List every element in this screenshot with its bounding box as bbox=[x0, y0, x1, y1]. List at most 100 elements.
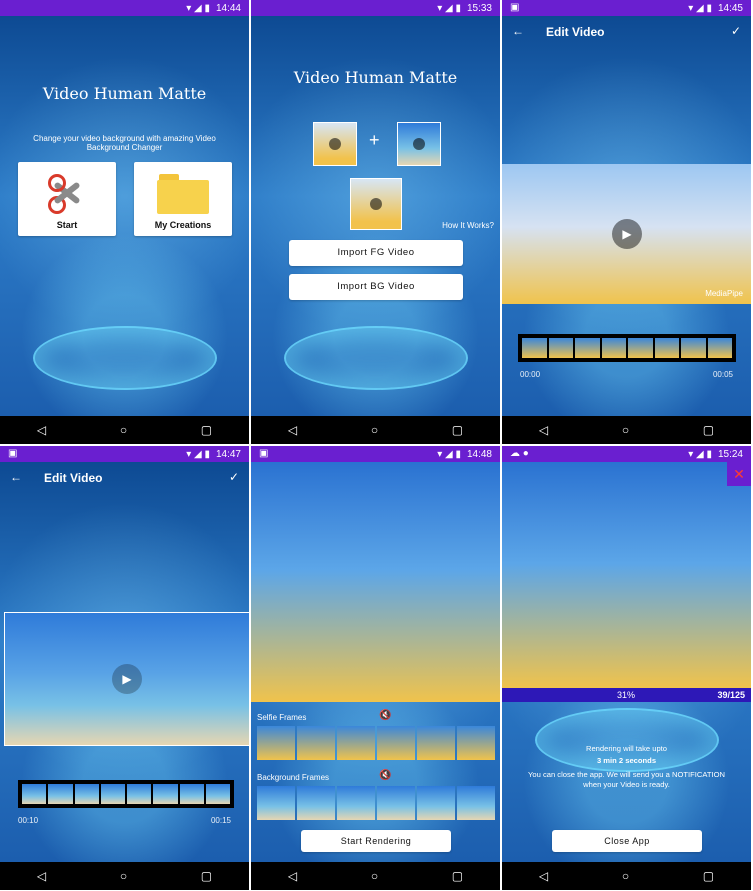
video-preview[interactable]: ▶ bbox=[4, 612, 249, 746]
home-nav-icon[interactable]: ○ bbox=[371, 423, 378, 437]
status-time: 14:45 bbox=[717, 2, 743, 14]
back-nav-icon[interactable]: ◁ bbox=[288, 869, 297, 883]
back-arrow-icon[interactable]: ← bbox=[10, 470, 22, 484]
recents-nav-icon[interactable]: ▢ bbox=[201, 423, 212, 437]
home-nav-icon[interactable]: ○ bbox=[120, 869, 127, 883]
frame-strip bbox=[257, 786, 495, 820]
timeline[interactable] bbox=[18, 780, 234, 808]
tagline: Change your video background with amazin… bbox=[33, 134, 216, 152]
play-icon bbox=[329, 138, 341, 150]
back-nav-icon[interactable]: ◁ bbox=[37, 869, 46, 883]
page-title: Edit Video bbox=[546, 25, 605, 39]
back-nav-icon[interactable]: ◁ bbox=[37, 423, 46, 437]
start-label: Start bbox=[56, 220, 78, 230]
import-fg-button[interactable]: Import FG Video bbox=[289, 240, 463, 266]
home-nav-icon[interactable]: ○ bbox=[371, 869, 378, 883]
my-creations-label: My Creations bbox=[154, 220, 212, 230]
render-preview bbox=[502, 462, 751, 688]
plus-icon: + bbox=[369, 130, 380, 150]
check-icon[interactable]: ✓ bbox=[731, 24, 741, 38]
my-creations-card[interactable]: My Creations bbox=[134, 162, 232, 236]
home-nav-icon[interactable]: ○ bbox=[622, 869, 629, 883]
background-frames-label: Background Frames bbox=[257, 773, 330, 782]
nav-bar: ◁ ○ ▢ bbox=[0, 862, 249, 890]
mute-icon[interactable]: 🔇 bbox=[379, 770, 391, 781]
check-icon[interactable]: ✓ bbox=[229, 470, 239, 484]
nav-bar: ◁ ○ ▢ bbox=[502, 416, 751, 444]
notification-icon: ▣ bbox=[8, 448, 18, 459]
progress-frames: 39/125 bbox=[717, 690, 745, 700]
recents-nav-icon[interactable]: ▢ bbox=[703, 423, 714, 437]
fg-thumbnail bbox=[313, 122, 357, 166]
background-frame-strip[interactable] bbox=[257, 786, 495, 820]
nav-bar: ◁ ○ ▢ bbox=[251, 862, 500, 890]
frame-strip bbox=[257, 726, 495, 760]
phone-frames: ▣ ▾ ◢ ▮ 14:48 Selfie Frames 🔇 Background… bbox=[251, 446, 500, 890]
status-time: 14:48 bbox=[466, 448, 492, 460]
progress-percent: 31% bbox=[617, 690, 636, 700]
screenshot-grid: ▾ ◢ ▮ 14:44 Video Human Matte Change you… bbox=[0, 0, 753, 891]
notification-icon: ▣ bbox=[259, 448, 269, 459]
status-time: 14:47 bbox=[215, 448, 241, 460]
timeline[interactable] bbox=[518, 334, 736, 362]
mute-icon[interactable]: 🔇 bbox=[379, 710, 391, 721]
time-end: 00:05 bbox=[712, 370, 733, 379]
close-app-button[interactable]: Close App bbox=[552, 830, 702, 852]
notification-message: You can close the app. We will send you … bbox=[528, 770, 725, 789]
start-card[interactable]: Start bbox=[18, 162, 116, 236]
close-icon[interactable]: ✕ bbox=[727, 462, 751, 486]
notification-icon: ▣ bbox=[510, 2, 520, 13]
play-icon bbox=[370, 198, 382, 210]
back-arrow-icon[interactable]: ← bbox=[512, 24, 524, 38]
app-title: Video Human Matte bbox=[42, 84, 207, 103]
recents-nav-icon[interactable]: ▢ bbox=[201, 869, 212, 883]
nav-bar: ◁ ○ ▢ bbox=[251, 416, 500, 444]
status-bar: ▾ ◢ ▮ 15:33 bbox=[251, 0, 500, 16]
frame-strip bbox=[522, 338, 732, 358]
video-preview[interactable]: ▶ MediaPipe bbox=[502, 164, 751, 304]
home-nav-icon[interactable]: ○ bbox=[120, 423, 127, 437]
selfie-frame-strip[interactable] bbox=[257, 726, 495, 760]
progress-bar: 31% 39/125 bbox=[502, 688, 751, 702]
start-rendering-button[interactable]: Start Rendering bbox=[301, 830, 451, 852]
back-nav-icon[interactable]: ◁ bbox=[539, 869, 548, 883]
how-it-works-link[interactable]: How It Works? bbox=[442, 221, 494, 230]
status-icons: ▾ ◢ ▮ bbox=[688, 2, 712, 14]
recents-nav-icon[interactable]: ▢ bbox=[703, 869, 714, 883]
play-icon bbox=[413, 138, 425, 150]
scissors-icon bbox=[46, 172, 88, 214]
bg-thumbnail bbox=[397, 122, 441, 166]
status-icons: ▾ ◢ ▮ bbox=[437, 448, 461, 460]
status-bar: ▣ ▾ ◢ ▮ 14:47 bbox=[0, 446, 249, 462]
phone-edit-fg: ▣ ▾ ◢ ▮ 14:45 ← Edit Video ✓ ▶ MediaPipe… bbox=[502, 0, 751, 444]
composited-preview[interactable] bbox=[251, 462, 500, 702]
rendering-message: Rendering will take upto bbox=[585, 744, 668, 753]
frame-strip bbox=[22, 784, 230, 804]
phone-edit-bg: ▣ ▾ ◢ ▮ 14:47 ← Edit Video ✓ ▶ 00:10 00:… bbox=[0, 446, 249, 890]
toolbar: ← Edit Video ✓ bbox=[502, 16, 751, 50]
nav-bar: ◁ ○ ▢ bbox=[502, 862, 751, 890]
recents-nav-icon[interactable]: ▢ bbox=[452, 423, 463, 437]
phone-home: ▾ ◢ ▮ 14:44 Video Human Matte Change you… bbox=[0, 0, 249, 444]
play-button[interactable]: ▶ bbox=[612, 219, 642, 249]
back-nav-icon[interactable]: ◁ bbox=[539, 423, 548, 437]
home-nav-icon[interactable]: ○ bbox=[622, 423, 629, 437]
folder-icon bbox=[157, 174, 209, 214]
time-start: 00:00 bbox=[520, 370, 541, 379]
selfie-frames-label: Selfie Frames bbox=[257, 713, 307, 722]
status-bar: ▾ ◢ ▮ 14:44 bbox=[0, 0, 249, 16]
toolbar: ← Edit Video ✓ bbox=[0, 462, 249, 496]
notification-icons: ☁ ● bbox=[510, 448, 529, 459]
status-icons: ▾ ◢ ▮ bbox=[186, 2, 210, 14]
mediapipe-watermark: MediaPipe bbox=[705, 289, 743, 298]
recents-nav-icon[interactable]: ▢ bbox=[452, 869, 463, 883]
status-time: 15:33 bbox=[466, 2, 492, 14]
rendering-time: 3 min 2 seconds bbox=[596, 756, 657, 765]
import-bg-button[interactable]: Import BG Video bbox=[289, 274, 463, 300]
page-title: Edit Video bbox=[44, 471, 103, 485]
back-nav-icon[interactable]: ◁ bbox=[288, 423, 297, 437]
hologram-ring bbox=[286, 328, 466, 388]
app-title: Video Human Matte bbox=[293, 68, 458, 87]
play-button[interactable]: ▶ bbox=[112, 664, 142, 694]
status-bar: ☁ ● ▾ ◢ ▮ 15:24 bbox=[502, 446, 751, 462]
